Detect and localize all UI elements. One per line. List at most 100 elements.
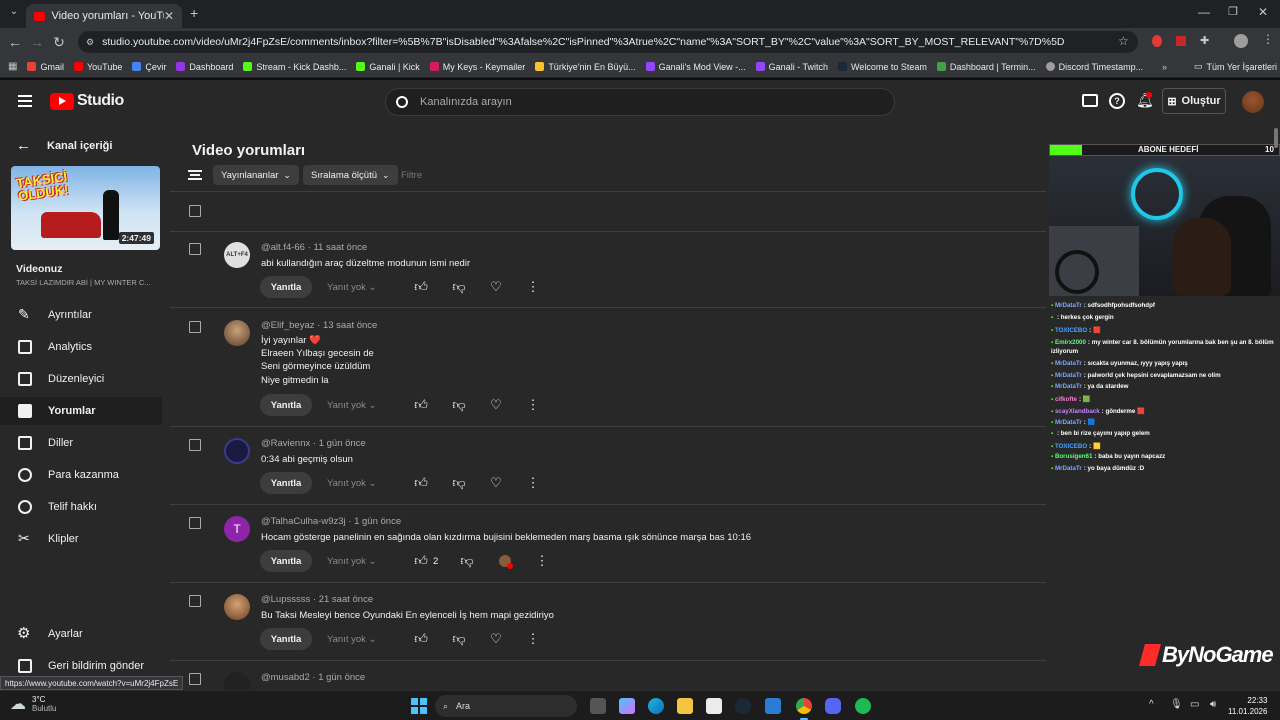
sidebar-item-comments[interactable]: Yorumlar [0,397,162,425]
close-window-button[interactable]: ✕ [1258,5,1268,19]
site-info-icon[interactable]: ⚙ [86,37,94,48]
bookmark-terminal[interactable]: Dashboard | Termin... [936,62,1036,72]
comment-author[interactable]: @Raviennx [261,438,310,449]
help-icon[interactable]: ? [1109,93,1125,109]
no-reply-dropdown[interactable]: Yanıt yok ⌄ [327,634,377,645]
mail-icon[interactable] [765,698,781,714]
comment-checkbox[interactable] [189,439,201,451]
reply-button[interactable]: Yanıtla [260,394,312,416]
heart-icon[interactable]: ♡ [488,279,504,295]
bookmark-gmail[interactable]: Gmail [27,62,64,72]
restore-window-button[interactable]: ❐ [1228,5,1238,18]
select-all-checkbox[interactable] [189,205,201,217]
comment-time[interactable]: 1 gün önce [354,516,401,527]
more-options-icon[interactable]: ⋮ [534,553,550,569]
filter-chip-published[interactable]: Yayınlananlar ⌄ [213,165,299,185]
more-bookmarks-icon[interactable]: » [1162,62,1167,72]
sidebar-item-monetization[interactable]: Para kazanma [0,461,162,489]
like-icon[interactable]: 👍︎ [413,397,429,413]
studio-logo[interactable]: Studio [50,92,124,110]
avatar[interactable]: ALT+F4 [224,242,250,268]
close-tab-icon[interactable]: ✕ [164,9,174,23]
comment-time[interactable]: 1 gün önce [318,672,365,683]
reply-button[interactable]: Yanıtla [260,550,312,572]
bookmark-discord-timestamp[interactable]: Discord Timestamp... [1045,62,1143,72]
task-view-icon[interactable] [590,698,606,714]
no-reply-dropdown[interactable]: Yanıt yok ⌄ [327,400,377,411]
volume-icon[interactable]: 🔊︎ [1210,699,1216,710]
bookmark-turkiye[interactable]: Türkiye'nin En Büyü... [535,62,636,72]
comment-checkbox[interactable] [189,595,201,607]
all-bookmarks-folder[interactable]: ▭ Tüm Yer İşaretleri [1194,61,1277,72]
dislike-icon[interactable]: 👎︎ [451,631,467,647]
store-icon[interactable] [706,698,722,714]
sidebar-item-details[interactable]: ✎ Ayrıntılar [0,301,162,329]
comment-time[interactable]: 11 saat önce [313,242,367,253]
steam-icon[interactable] [735,698,751,714]
clock[interactable]: 22:33 11.01.2026 [1228,695,1267,717]
comment-author[interactable]: @alt.f4-66 [261,242,305,253]
more-options-icon[interactable]: ⋮ [525,475,541,491]
comment-author[interactable]: @musabd2 [261,672,310,683]
reload-icon[interactable]: ↻ [48,31,70,53]
back-arrow-icon[interactable]: ← [4,31,26,53]
bookmark-steam[interactable]: Welcome to Steam [838,62,927,72]
bookmark-youtube[interactable]: YouTube [73,62,122,72]
dislike-icon[interactable]: 👎︎ [451,279,467,295]
comment-checkbox[interactable] [189,517,201,529]
dislike-icon[interactable]: 👎︎ [459,553,475,569]
tray-chevron-icon[interactable]: ^ [1149,699,1154,710]
avatar[interactable] [224,594,250,620]
no-reply-dropdown[interactable]: Yanıt yok ⌄ [327,282,377,293]
chrome-icon[interactable] [796,698,812,714]
bookmark-keymailer[interactable]: My Keys - Keymailer [429,62,525,72]
bookmark-mod-view[interactable]: Ganali's Mod View -... [645,62,746,72]
avatar[interactable]: T [224,516,250,542]
heart-icon[interactable]: ♡ [488,475,504,491]
comment-time[interactable]: 21 saat önce [319,594,373,605]
spotify-icon[interactable] [855,698,871,714]
browser-menu-icon[interactable]: ⋮ [1262,32,1274,46]
avatar[interactable] [224,672,250,692]
comment-time[interactable]: 13 saat önce [323,320,377,331]
bookmark-dashboard[interactable]: Dashboard [176,62,233,72]
reply-button[interactable]: Yanıtla [260,472,312,494]
video-title[interactable]: TAKSİ LAZIMDIR ABİ | MY WINTER C... [16,278,151,287]
comment-author[interactable]: @Lupsssss [261,594,310,605]
comment-checkbox[interactable] [189,673,201,685]
like-icon[interactable]: 👍︎ [413,553,429,569]
like-icon[interactable]: 👍︎ [413,475,429,491]
sidebar-item-languages[interactable]: Diller [0,429,162,457]
sort-chip[interactable]: Sıralama ölçütü ⌄ [303,165,398,185]
sidebar-item-analytics[interactable]: Analytics [0,333,162,361]
reply-button[interactable]: Yanıtla [260,276,312,298]
no-reply-dropdown[interactable]: Yanıt yok ⌄ [327,478,377,489]
sidebar-item-settings[interactable]: ⚙ Ayarlar [0,620,162,648]
heart-icon[interactable]: ♡ [488,631,504,647]
more-options-icon[interactable]: ⋮ [525,397,541,413]
dislike-icon[interactable]: 👎︎ [451,475,467,491]
start-button-icon[interactable] [411,698,427,714]
address-bar[interactable]: ⚙ studio.youtube.com/video/uMr2j4FpZsE/c… [78,31,1138,53]
taskbar-search[interactable]: ⌕ Ara [435,695,577,717]
browser-tab-active[interactable]: Video yorumları - YouTube Studio ✕ [26,4,182,28]
video-thumbnail[interactable]: TAKSİCİ OLDUK! 2:47:49 [11,166,160,250]
create-button[interactable]: ⊞ Oluştur [1162,88,1226,114]
avatar[interactable] [224,438,250,464]
forward-arrow-icon[interactable]: → [26,31,48,53]
sidebar-item-copyright[interactable]: Telif hakkı [0,493,162,521]
display-icon[interactable]: ▭ [1190,699,1199,710]
avatar[interactable] [224,320,250,346]
extension-icon[interactable] [1152,35,1162,47]
bookmark-star-icon[interactable]: ☆ [1118,34,1129,48]
menu-hamburger-icon[interactable] [18,95,32,107]
heart-icon[interactable]: ♡ [488,397,504,413]
back-to-content-link[interactable]: ← Kanal içeriği [16,137,112,154]
minimize-window-button[interactable]: — [1198,5,1210,19]
bookmark-kick-dashboard[interactable]: Stream - Kick Dashb... [243,62,346,72]
dislike-icon[interactable]: 👎︎ [451,397,467,413]
copilot-icon[interactable] [619,698,635,714]
like-icon[interactable]: 👍︎ [413,631,429,647]
apps-grid-icon[interactable]: ▦ [8,61,17,72]
extensions-puzzle-icon[interactable]: ✚ [1200,34,1209,47]
